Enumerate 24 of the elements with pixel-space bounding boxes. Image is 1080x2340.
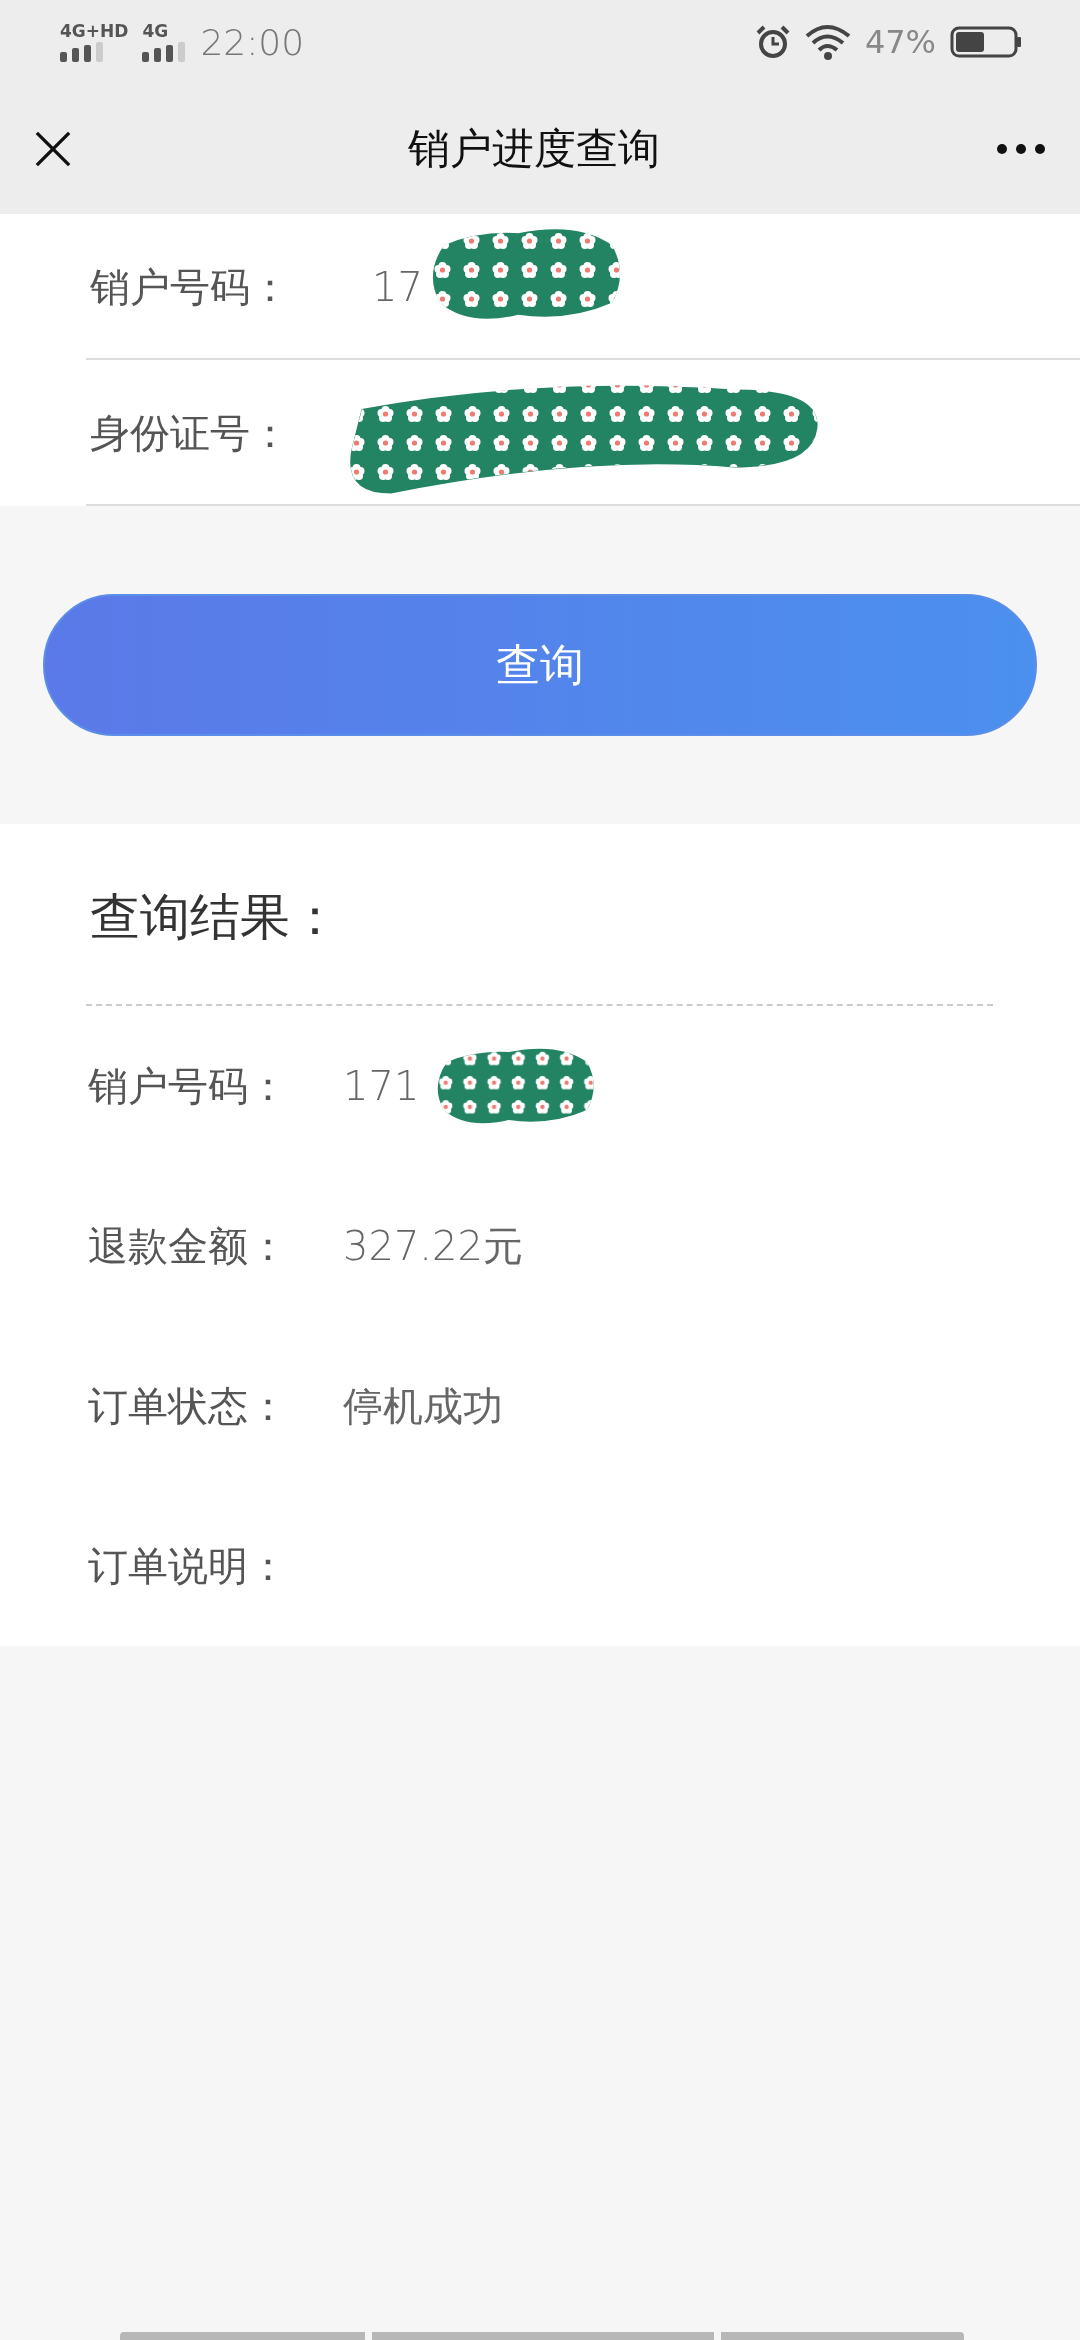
battery-percent: 47% (864, 23, 936, 61)
field-label: 身份证号： (90, 408, 291, 458)
result-value: 327.22元 (343, 1221, 523, 1271)
signal-icon (60, 42, 104, 62)
alarm-clock-icon (754, 24, 791, 60)
more-icon (996, 143, 1046, 155)
result-value: 171 (343, 1063, 420, 1109)
close-icon (34, 130, 72, 168)
status-time: 22:00 (200, 21, 305, 63)
result-label: 退款金额： (88, 1221, 289, 1271)
page-title: 销户进度查询 (408, 123, 660, 175)
result-label: 订单说明： (88, 1541, 289, 1591)
wifi-icon (804, 24, 851, 60)
results-title: 查询结果： (89, 887, 341, 948)
result-value: 停机成功 (343, 1381, 503, 1431)
field-value: 17 (372, 264, 423, 310)
query-button[interactable]: 查询 (43, 594, 1037, 736)
battery-icon (950, 26, 1022, 58)
field-label: 销户号码： (90, 262, 291, 312)
signal-icon (142, 42, 187, 62)
result-label: 销户号码： (88, 1061, 289, 1111)
network-label: 4G+HD (60, 22, 129, 40)
network-label: 4G (142, 22, 169, 40)
result-label: 订单状态： (88, 1381, 289, 1431)
